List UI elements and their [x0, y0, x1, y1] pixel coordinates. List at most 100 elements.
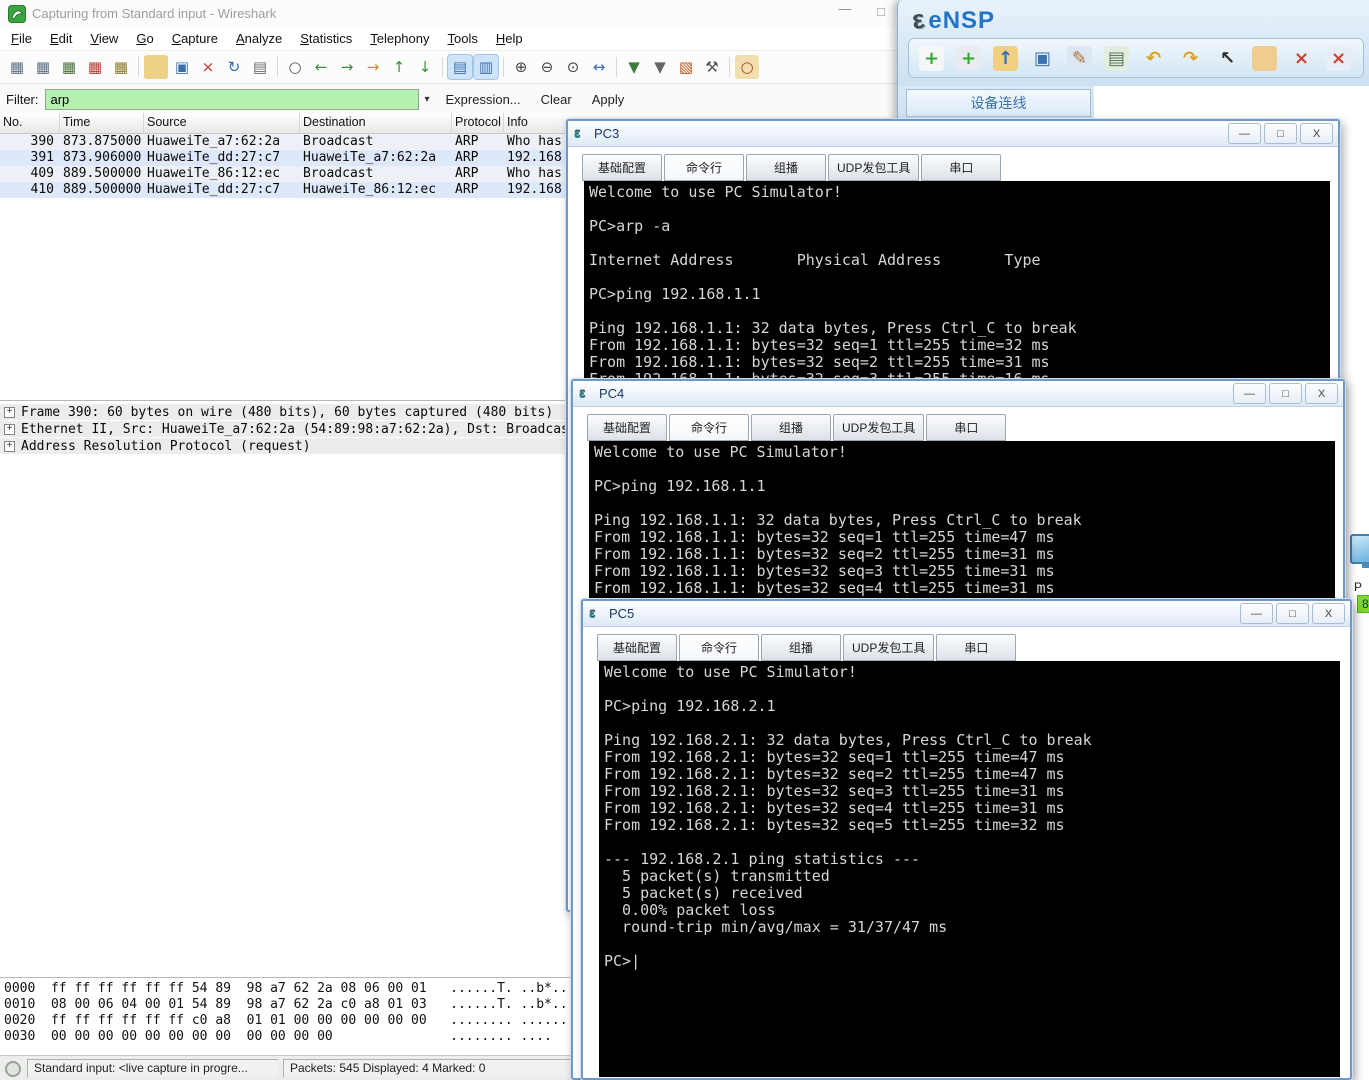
close-button[interactable]: X [1300, 123, 1333, 144]
minimize-button[interactable]: — [1240, 603, 1273, 624]
menu-help[interactable]: Help [487, 29, 532, 48]
menu-statistics[interactable]: Statistics [291, 29, 361, 48]
apply-button[interactable]: Apply [582, 90, 635, 109]
help-icon[interactable]: ○ [735, 55, 759, 79]
pc5-titlebar[interactable]: PC5 — □ X [583, 601, 1350, 627]
menu-analyze[interactable]: Analyze [227, 29, 291, 48]
column-header-time[interactable]: Time [60, 113, 144, 133]
pc3-window-title: PC3 [594, 126, 619, 141]
expression-button[interactable]: Expression... [436, 90, 531, 109]
coloring-rules-icon[interactable]: ▧ [674, 55, 698, 79]
capture-filter-icon[interactable]: ▼ [622, 55, 646, 79]
close-button[interactable]: X [1305, 383, 1338, 404]
close-capture-icon[interactable]: × [196, 55, 220, 79]
tab-multicast[interactable]: 组播 [746, 154, 826, 181]
save-as-icon[interactable]: ✎ [1067, 46, 1092, 71]
tab-serial[interactable]: 串口 [921, 154, 1001, 181]
tab-basic-config[interactable]: 基础配置 [587, 414, 667, 441]
capture-status-icon [5, 1061, 21, 1077]
tab-udp-tool[interactable]: UDP发包工具 [828, 154, 919, 181]
expand-icon[interactable]: + [4, 441, 15, 452]
pointer-tool-icon[interactable]: ↖ [1215, 46, 1240, 71]
expand-icon[interactable]: + [4, 407, 15, 418]
toolbar-partial-icon[interactable] [1363, 46, 1364, 71]
new-text-icon[interactable]: + [956, 46, 981, 71]
cell-source: HuaweiTe_86:12:ec [144, 166, 300, 182]
find-packet-icon[interactable]: ○ [283, 55, 307, 79]
restart-capture-icon[interactable]: ▦ [109, 55, 133, 79]
tab-multicast[interactable]: 组播 [761, 634, 841, 661]
column-header-source[interactable]: Source [144, 113, 300, 133]
minimize-button[interactable]: — [1228, 123, 1261, 144]
new-topology-icon[interactable]: + [919, 46, 944, 71]
maximize-button[interactable]: □ [1276, 603, 1309, 624]
display-filter-icon[interactable]: ▼ [648, 55, 672, 79]
zoom-out-icon[interactable]: ⊖ [535, 55, 559, 79]
tab-basic-config[interactable]: 基础配置 [597, 634, 677, 661]
capture-options-icon[interactable]: ▦ [31, 55, 55, 79]
start-capture-icon[interactable]: ▦ [57, 55, 81, 79]
pan-tool-icon[interactable] [1252, 46, 1277, 71]
delete-link-icon[interactable]: × [1326, 46, 1351, 71]
filter-dropdown-arrow-icon[interactable] [419, 89, 436, 110]
maximize-button[interactable]: □ [1269, 383, 1302, 404]
filter-input[interactable]: arp [45, 89, 419, 110]
expand-icon[interactable]: + [4, 424, 15, 435]
wireshark-titlebar[interactable]: Capturing from Standard input - Wireshar… [0, 0, 900, 27]
go-back-icon[interactable]: ← [309, 55, 333, 79]
tab-command-line[interactable]: 命令行 [664, 154, 744, 181]
column-header-destination[interactable]: Destination [300, 113, 452, 133]
menu-file[interactable]: File [2, 29, 41, 48]
tab-serial[interactable]: 串口 [926, 414, 1006, 441]
tab-command-line[interactable]: 命令行 [669, 414, 749, 441]
pc3-titlebar[interactable]: PC3 — □ X [568, 121, 1338, 147]
print-topology-icon[interactable]: ▤ [1104, 46, 1129, 71]
go-to-packet-icon[interactable]: → [361, 55, 385, 79]
clear-button[interactable]: Clear [531, 90, 582, 109]
delete-tool-icon[interactable]: × [1289, 46, 1314, 71]
column-header-protocol[interactable]: Protocol [452, 113, 504, 133]
resize-columns-icon[interactable]: ↔ [587, 55, 611, 79]
menu-go[interactable]: Go [127, 29, 162, 48]
cell-destination: Broadcast [300, 134, 452, 150]
pc5-terminal[interactable]: Welcome to use PC Simulator! PC>ping 192… [599, 661, 1340, 1077]
tab-udp-tool[interactable]: UDP发包工具 [843, 634, 934, 661]
column-header-no[interactable]: No. [0, 113, 60, 133]
minimize-button[interactable]: — [1233, 383, 1266, 404]
tab-serial[interactable]: 串口 [936, 634, 1016, 661]
print-icon[interactable]: ▤ [248, 55, 272, 79]
pc4-titlebar[interactable]: PC4 — □ X [573, 381, 1343, 407]
go-to-top-icon[interactable]: ↑ [387, 55, 411, 79]
tab-udp-tool[interactable]: UDP发包工具 [833, 414, 924, 441]
redo-icon[interactable]: ↷ [1178, 46, 1203, 71]
autoscroll-toggle-icon[interactable]: ▥ [474, 55, 498, 79]
menu-telephony[interactable]: Telephony [361, 29, 438, 48]
menu-view[interactable]: View [81, 29, 127, 48]
menu-edit[interactable]: Edit [41, 29, 81, 48]
zoom-in-icon[interactable]: ⊕ [509, 55, 533, 79]
close-button[interactable]: X [1312, 603, 1345, 624]
save-topology-icon[interactable]: ▣ [1030, 46, 1055, 71]
list-interfaces-icon[interactable]: ▦ [5, 55, 29, 79]
tab-multicast[interactable]: 组播 [751, 414, 831, 441]
open-capture-icon[interactable] [144, 55, 168, 79]
stop-capture-icon[interactable]: ▦ [83, 55, 107, 79]
reload-capture-icon[interactable]: ↻ [222, 55, 246, 79]
open-topology-icon[interactable]: ↑ [993, 46, 1018, 71]
tab-command-line[interactable]: 命令行 [679, 634, 759, 661]
tab-basic-config[interactable]: 基础配置 [582, 154, 662, 181]
minimize-button[interactable]: — [832, 1, 858, 16]
colorize-toggle-icon[interactable]: ▤ [448, 55, 472, 79]
go-forward-icon[interactable]: → [335, 55, 359, 79]
menu-capture[interactable]: Capture [163, 29, 227, 48]
go-to-bottom-icon[interactable]: ↓ [413, 55, 437, 79]
undo-icon[interactable]: ↶ [1141, 46, 1166, 71]
pc-device-icon[interactable] [1350, 534, 1369, 564]
device-connect-tab[interactable]: 设备连线 [906, 89, 1091, 117]
maximize-button[interactable]: □ [868, 4, 894, 19]
maximize-button[interactable]: □ [1264, 123, 1297, 144]
zoom-100-icon[interactable]: ⊙ [561, 55, 585, 79]
preferences-icon[interactable]: ⚒ [700, 55, 724, 79]
save-capture-icon[interactable]: ▣ [170, 55, 194, 79]
menu-tools[interactable]: Tools [439, 29, 487, 48]
